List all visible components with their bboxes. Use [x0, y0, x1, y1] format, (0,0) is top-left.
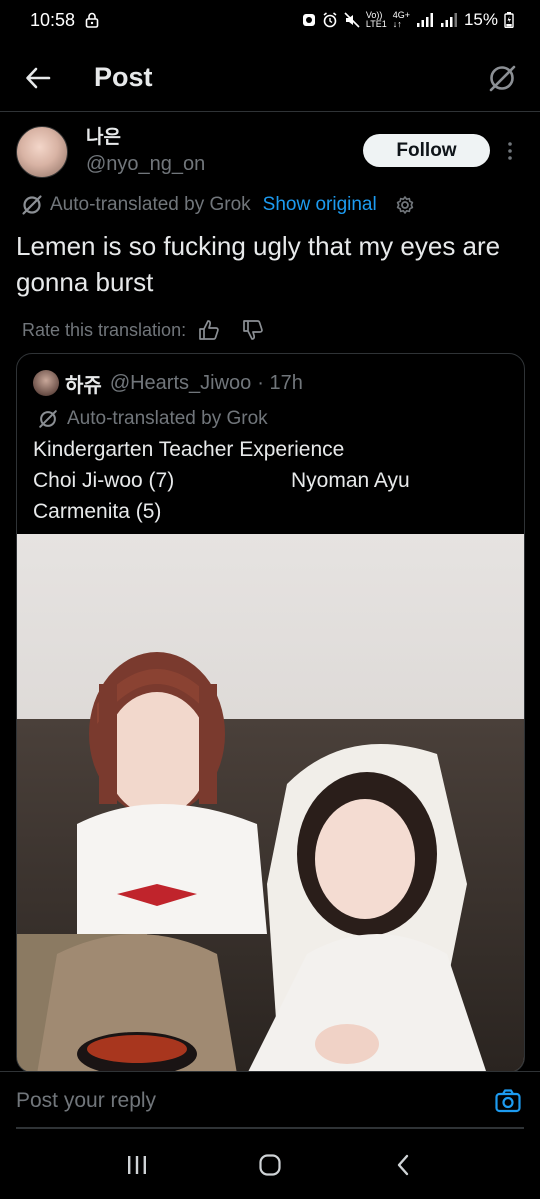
post-author-row: 나은 @nyo_ng_on Follow — [16, 126, 524, 186]
reply-input[interactable]: Post your reply — [16, 1089, 156, 1113]
more-options-button[interactable] — [496, 134, 524, 167]
quoted-text-line: Carmenita (5) — [33, 500, 162, 523]
back-button[interactable] — [20, 60, 56, 96]
auto-translated-label: Auto-translated by Grok — [50, 194, 251, 215]
signal-icon — [416, 13, 433, 27]
quoted-text-line: Kindergarten Teacher Experience — [33, 438, 345, 461]
volte-indicator: Vo)) LTE1 — [365, 10, 387, 29]
battery-percent: 15% — [463, 10, 498, 29]
alarm-icon — [323, 12, 337, 28]
rate-translation-label: Rate this translation: — [22, 319, 187, 340]
quoted-timestamp: · 17h — [257, 371, 303, 394]
avatar — [33, 370, 59, 396]
quoted-display-name: 하쥬 — [65, 374, 102, 397]
back-arrow-icon — [26, 67, 51, 88]
grok-icon — [489, 65, 516, 91]
top-bar: Post — [0, 44, 540, 112]
quoted-post[interactable]: 하쥬 @Hearts_Jiwoo · 17h Auto-translated b… — [16, 353, 525, 1073]
recent-apps-button[interactable] — [117, 1145, 157, 1185]
grok-icon — [22, 195, 42, 215]
rate-translation-row: Rate this translation: — [16, 316, 524, 344]
thumbs-up-icon[interactable] — [198, 319, 220, 341]
quoted-post-photo[interactable] — [17, 534, 524, 1072]
reply-underline — [16, 1127, 524, 1129]
home-icon — [259, 1153, 281, 1176]
author-display-name[interactable]: 나은 — [86, 126, 205, 150]
camera-icon[interactable] — [494, 1087, 522, 1115]
reply-bar: Post your reply — [0, 1071, 540, 1129]
follow-button[interactable]: Follow — [363, 134, 490, 167]
thumbs-down-icon[interactable] — [242, 319, 264, 341]
translation-row: Auto-translated by Grok Show original — [16, 192, 524, 218]
avatar[interactable] — [16, 126, 68, 178]
quoted-text-right: Nyoman Ayu — [291, 469, 410, 492]
quoted-handle: @Hearts_Jiwoo — [109, 371, 252, 394]
quoted-auto-translated-label: Auto-translated by Grok — [67, 408, 268, 429]
page-title: Post — [94, 62, 153, 92]
quoted-translation-row: Auto-translated by Grok — [17, 406, 524, 432]
mute-icon — [344, 12, 360, 28]
home-button[interactable] — [250, 1145, 290, 1185]
recent-apps-icon — [127, 1155, 146, 1174]
show-original-link[interactable]: Show original — [263, 194, 377, 216]
battery-icon — [504, 12, 514, 28]
lock-icon — [85, 12, 99, 28]
signal-icon-2 — [440, 13, 457, 27]
gear-icon[interactable] — [395, 195, 415, 215]
photo-illustration — [17, 534, 524, 1072]
author-names: 나은 @nyo_ng_on — [86, 126, 205, 178]
network-type-indicator: 4G+ ↓↑ — [392, 10, 410, 29]
system-nav-bar — [0, 1130, 540, 1199]
quoted-post-text: Kindergarten Teacher Experience Choi Ji-… — [17, 434, 524, 527]
status-time: 10:58 — [30, 9, 76, 30]
quoted-post-header: 하쥬 @Hearts_Jiwoo · 17h — [17, 354, 524, 398]
post: 나은 @nyo_ng_on Follow Auto-translated by … — [16, 126, 524, 344]
quoted-text-left: Choi Ji-woo (7) — [33, 469, 175, 492]
post-text: Lemen is so fucking ugly that my eyes ar… — [16, 231, 501, 297]
grok-icon — [39, 410, 57, 428]
status-bar: 10:58 Vo)) LTE1 4G+ ↓↑ 15% — [0, 0, 540, 40]
grok-button[interactable] — [484, 60, 520, 96]
quoted-text-line: Choi Ji-woo (7) Nyoman Ayu — [33, 465, 524, 496]
back-nav-button[interactable] — [383, 1145, 423, 1185]
chevron-left-icon — [398, 1154, 409, 1175]
notification-app-icon — [302, 14, 315, 26]
more-vertical-icon — [508, 141, 512, 160]
author-handle[interactable]: @nyo_ng_on — [86, 150, 205, 178]
